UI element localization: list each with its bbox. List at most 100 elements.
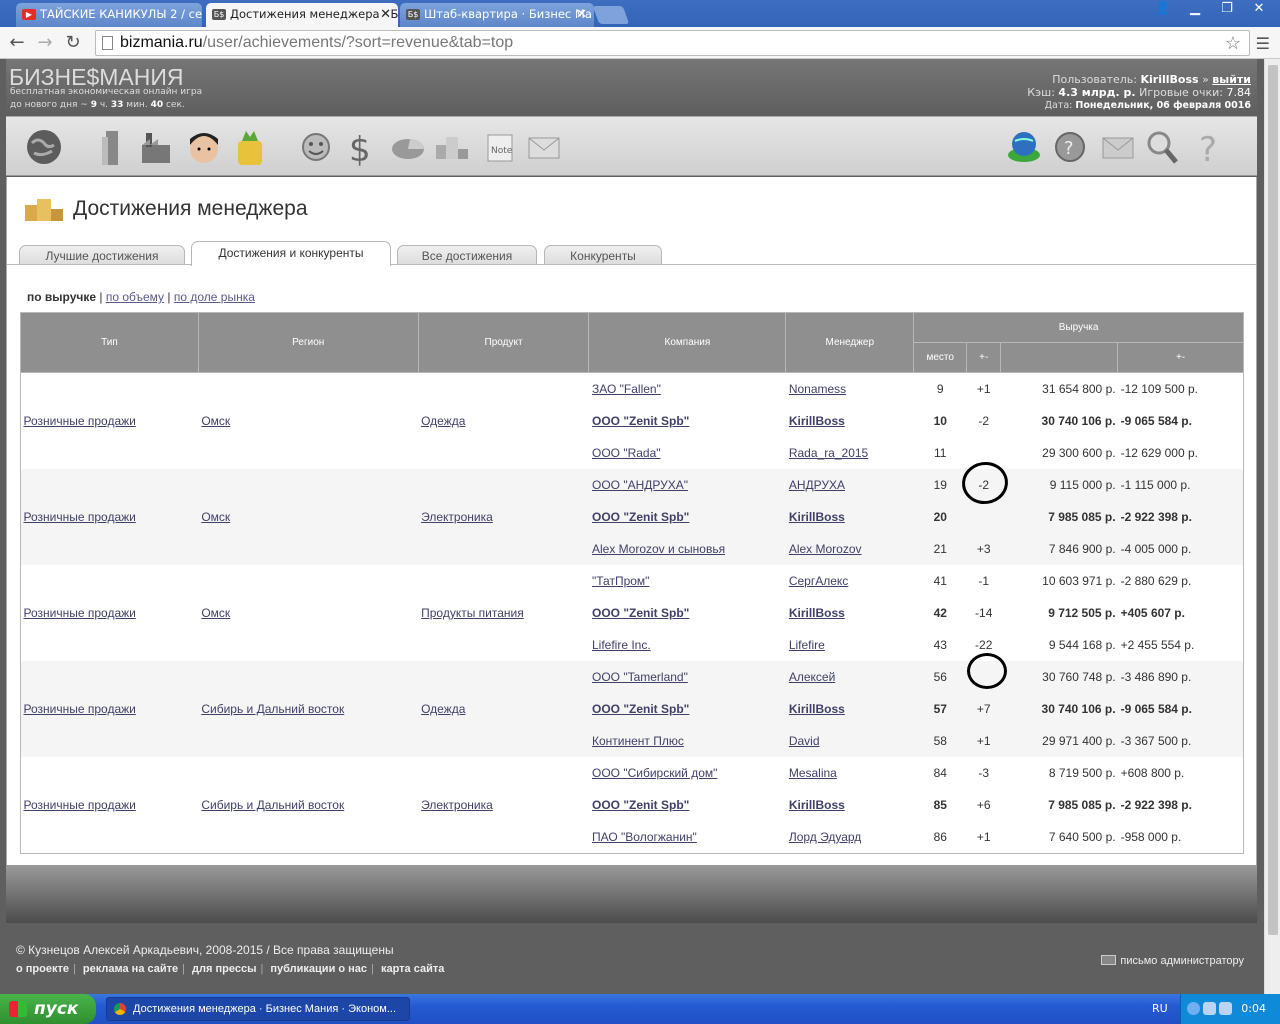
sort-by-volume-link[interactable]: по объему bbox=[106, 290, 164, 304]
start-button[interactable]: пуск bbox=[0, 994, 96, 1024]
cell-manager-link[interactable]: KirillBoss bbox=[789, 510, 845, 524]
region-link[interactable]: Омск bbox=[201, 606, 230, 620]
cell-manager-link[interactable]: Rada_ra_2015 bbox=[789, 446, 868, 460]
region-link[interactable]: Омск bbox=[201, 414, 230, 428]
sort-by-market-share-link[interactable]: по доле рынка bbox=[174, 290, 255, 304]
cell-company-link[interactable]: "ТатПром" bbox=[592, 574, 649, 588]
menu-icon[interactable]: ☰ bbox=[1256, 34, 1270, 53]
tab-best-achievements[interactable]: Лучшие достижения bbox=[19, 245, 185, 265]
site-header: БИЗНЕ$МАНИЯ бесплатная экономическая онл… bbox=[6, 59, 1257, 116]
cell-company-link[interactable]: ООО "Rada" bbox=[592, 446, 661, 460]
forward-icon[interactable]: → bbox=[34, 32, 56, 54]
footer-link-about[interactable]: о проекте bbox=[16, 963, 69, 975]
pie-chart-icon[interactable] bbox=[388, 125, 428, 169]
new-tab-button[interactable] bbox=[592, 6, 630, 24]
globe-icon[interactable] bbox=[24, 125, 64, 169]
money-bag-icon[interactable] bbox=[230, 125, 270, 169]
mail-envelope-icon[interactable] bbox=[524, 125, 564, 169]
cell-company-link[interactable]: ООО "Tamerland" bbox=[592, 670, 688, 684]
messages-icon[interactable] bbox=[1098, 125, 1138, 169]
cell-company-link[interactable]: ООО "Zenit Spb" bbox=[592, 702, 689, 716]
cell-company-link[interactable]: ООО "Zenit Spb" bbox=[592, 414, 689, 428]
cell-company-link[interactable]: ООО "АНДРУХА" bbox=[592, 478, 688, 492]
cell-manager-link[interactable]: АНДРУХА bbox=[789, 478, 845, 492]
cell-manager-link[interactable]: Алексей bbox=[789, 670, 835, 684]
manager-face-icon[interactable] bbox=[184, 125, 224, 169]
close-tab-icon[interactable]: ✕ bbox=[380, 3, 391, 26]
building-icon[interactable] bbox=[92, 125, 132, 169]
product-link[interactable]: Продукты питания bbox=[421, 606, 524, 620]
cell-manager-link[interactable]: Mesalina bbox=[789, 766, 837, 780]
network-icon[interactable] bbox=[1203, 1002, 1216, 1015]
cell-manager-link[interactable]: Лорд Эдуард bbox=[789, 830, 861, 844]
cell-company-link[interactable]: ООО "Zenit Spb" bbox=[592, 798, 689, 812]
browser-tab-achievements[interactable]: Б$ Достижения менеджера · Б ✕ bbox=[206, 3, 398, 27]
close-tab-icon[interactable]: ✕ bbox=[576, 3, 587, 26]
online-globe-icon[interactable] bbox=[1004, 125, 1044, 169]
mail-admin-link[interactable]: письмо администратору bbox=[1101, 955, 1244, 967]
cell-company-link[interactable]: ООО "Zenit Spb" bbox=[592, 510, 689, 524]
cell-company-link[interactable]: Lifefire Inc. bbox=[592, 638, 651, 652]
product-link[interactable]: Одежда bbox=[421, 414, 465, 428]
dollar-icon[interactable]: $ bbox=[340, 125, 380, 169]
region-link[interactable]: Сибирь и Дальний восток bbox=[201, 798, 344, 812]
cell-company-link[interactable]: ООО "Zenit Spb" bbox=[592, 606, 689, 620]
footer-link-sitemap[interactable]: карта сайта bbox=[381, 963, 444, 975]
cell-manager-link[interactable]: Nonamess bbox=[789, 382, 846, 396]
volume-icon[interactable] bbox=[1219, 1002, 1232, 1015]
tab-all-achievements[interactable]: Все достижения bbox=[397, 245, 537, 265]
cell-manager-link[interactable]: Lifefire bbox=[789, 638, 825, 652]
factory-icon[interactable] bbox=[136, 125, 176, 169]
region-link[interactable]: Сибирь и Дальний восток bbox=[201, 702, 344, 716]
product-link[interactable]: Электроника bbox=[421, 510, 493, 524]
close-window-icon[interactable]: ✕ bbox=[1246, 0, 1272, 18]
maximize-icon[interactable]: ❐ bbox=[1214, 0, 1240, 18]
ranking-icon[interactable] bbox=[432, 125, 472, 169]
type-link[interactable]: Розничные продажи bbox=[24, 798, 136, 812]
cell-company-link[interactable]: ЗАО "Fallen" bbox=[592, 382, 661, 396]
footer-link-publications[interactable]: публикации о нас bbox=[270, 963, 367, 975]
cell-manager-link[interactable]: СергАлекс bbox=[789, 574, 848, 588]
cell-company-link[interactable]: ООО "Сибирский дом" bbox=[592, 766, 717, 780]
cell-company-link[interactable]: ПАО "Вологжанин" bbox=[592, 830, 697, 844]
smiley-icon[interactable] bbox=[296, 125, 336, 169]
cell-company-link[interactable]: Alex Morozov и сыновья bbox=[592, 542, 725, 556]
cell-manager-link[interactable]: KirillBoss bbox=[789, 702, 845, 716]
tab-competitors[interactable]: Конкуренты bbox=[544, 245, 662, 265]
type-link[interactable]: Розничные продажи bbox=[24, 702, 136, 716]
footer-link-press[interactable]: для прессы bbox=[192, 963, 256, 975]
taskbar-window-chrome[interactable]: Достижения менеджера · Бизнес Мания · Эк… bbox=[106, 997, 410, 1021]
note-icon[interactable]: Note bbox=[480, 125, 520, 169]
product-link[interactable]: Электроника bbox=[421, 798, 493, 812]
bookmark-star-icon[interactable]: ☆ bbox=[1225, 31, 1241, 55]
support-headset-icon[interactable]: ? bbox=[1050, 125, 1090, 169]
type-link[interactable]: Розничные продажи bbox=[24, 606, 136, 620]
cell-manager-link[interactable]: KirillBoss bbox=[789, 606, 845, 620]
minimize-icon[interactable]: ▁ bbox=[1182, 0, 1208, 18]
cell-manager-link[interactable]: KirillBoss bbox=[789, 414, 845, 428]
logout-link[interactable]: выйти bbox=[1212, 73, 1251, 86]
reload-icon[interactable]: ↻ bbox=[62, 32, 84, 54]
scrollbar-thumb[interactable] bbox=[1268, 65, 1278, 935]
address-bar[interactable]: bizmania.ru/user/achievements/?sort=reve… bbox=[95, 30, 1250, 56]
browser-tab-hq[interactable]: Б$ Штаб-квартира · Бизнес Ма ✕ bbox=[400, 3, 594, 27]
browser-tab-youtube[interactable]: ▶ ТАЙСКИЕ КАНИКУЛЫ 2 / сег bbox=[16, 3, 202, 27]
envelope-icon bbox=[1101, 955, 1117, 965]
footer-link-ads[interactable]: реклама на сайте bbox=[83, 963, 178, 975]
search-magnifier-icon[interactable] bbox=[1142, 125, 1182, 169]
cell-manager-link[interactable]: Alex Morozov bbox=[789, 542, 862, 556]
tab-achievements-competitors[interactable]: Достижения и конкуренты bbox=[191, 241, 391, 266]
cell-company-link[interactable]: Континент Плюс bbox=[592, 734, 684, 748]
vertical-scrollbar[interactable] bbox=[1264, 59, 1280, 994]
back-icon[interactable]: ← bbox=[6, 32, 28, 54]
type-link[interactable]: Розничные продажи bbox=[24, 414, 136, 428]
help-question-icon[interactable]: ? bbox=[1190, 125, 1230, 169]
user-icon[interactable]: 👤 bbox=[1150, 0, 1176, 18]
cell-manager-link[interactable]: KirillBoss bbox=[789, 798, 845, 812]
cell-manager-link[interactable]: David bbox=[789, 734, 820, 748]
product-link[interactable]: Одежда bbox=[421, 702, 465, 716]
type-link[interactable]: Розничные продажи bbox=[24, 510, 136, 524]
language-indicator[interactable]: RU bbox=[1152, 1002, 1168, 1015]
tray-expand-icon[interactable] bbox=[1187, 1002, 1200, 1015]
region-link[interactable]: Омск bbox=[201, 510, 230, 524]
